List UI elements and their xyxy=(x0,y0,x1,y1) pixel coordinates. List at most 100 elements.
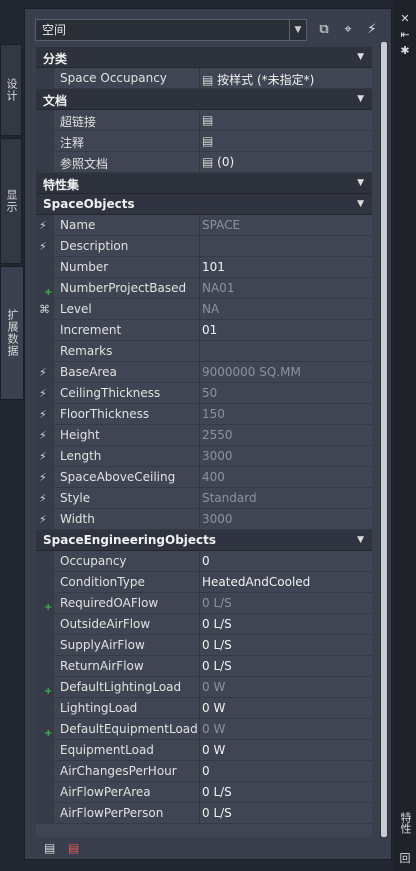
column-divider xyxy=(199,740,200,761)
subsection-space-objects[interactable]: SpaceObjects ▼ xyxy=(36,194,372,215)
property-value[interactable]: ▤ 按样式 (*未指定*) xyxy=(202,71,314,88)
quick-select-icon[interactable]: ⚡ xyxy=(363,21,381,39)
section-documents[interactable]: 文档 ▼ xyxy=(36,89,372,110)
row-gutter xyxy=(36,257,54,278)
property-value[interactable]: HeatedAndCooled xyxy=(202,575,310,589)
property-name: Description xyxy=(60,239,129,253)
property-value[interactable]: 0 L/S xyxy=(202,806,232,820)
column-divider xyxy=(199,215,200,236)
document-icon[interactable]: ▤ xyxy=(202,155,217,169)
property-row[interactable]: ⚡ Description xyxy=(36,236,372,257)
property-row[interactable]: ⌘ Level NA xyxy=(36,299,372,320)
property-row[interactable]: ConditionType HeatedAndCooled xyxy=(36,572,372,593)
property-value[interactable]: 101 xyxy=(202,260,225,274)
property-row[interactable]: SupplyAirFlow 0 L/S xyxy=(36,635,372,656)
remove-property-set-icon[interactable]: ▤ xyxy=(68,840,84,856)
chevron-down-icon[interactable]: ▼ xyxy=(357,52,364,62)
property-row[interactable]: AirFlowPerArea 0 L/S xyxy=(36,782,372,803)
property-name: Increment xyxy=(60,323,122,337)
property-row[interactable]: ⚡ Width 3000 xyxy=(36,509,372,530)
property-value[interactable]: 0 L/S xyxy=(202,659,232,673)
palette-box-icon[interactable]: 回 xyxy=(397,852,413,866)
property-value[interactable]: 0 W xyxy=(202,743,225,757)
subsection-space-engineering-objects[interactable]: SpaceEngineeringObjects ▼ xyxy=(36,530,372,551)
chevron-down-icon[interactable]: ▼ xyxy=(357,178,364,188)
subsection-space-objects-label: SpaceObjects xyxy=(43,197,135,211)
settings-icon[interactable]: ✱ xyxy=(397,44,413,58)
row-gutter xyxy=(36,698,54,719)
property-row[interactable]: 注释 ▤ xyxy=(36,131,372,152)
tab-design[interactable]: 设计 xyxy=(0,44,22,136)
row-gutter xyxy=(36,551,54,572)
document-icon[interactable]: ▤ xyxy=(202,134,213,148)
property-row[interactable]: ⚡ CeilingThickness 50 xyxy=(36,383,372,404)
property-row[interactable]: ReturnAirFlow 0 L/S xyxy=(36,656,372,677)
property-row[interactable]: Space Occupancy ▤ 按样式 (*未指定*) xyxy=(36,68,372,89)
property-row[interactable]: ⚡ FloorThickness 150 xyxy=(36,404,372,425)
property-row[interactable]: Occupancy 0 xyxy=(36,551,372,572)
property-value[interactable]: ▤ xyxy=(202,113,213,127)
property-name: 超链接 xyxy=(60,115,97,129)
property-row[interactable]: NumberProjectBased NA01 xyxy=(36,278,372,300)
auto-hide-icon[interactable]: ⇤ xyxy=(397,28,413,42)
property-row[interactable]: DefaultEquipmentLoad 0 W xyxy=(36,719,372,741)
property-value: NA xyxy=(202,302,220,316)
scrollbar[interactable] xyxy=(380,42,388,837)
property-value: 0 W xyxy=(202,680,226,694)
property-row[interactable]: AirChangesPerHour 0 xyxy=(36,761,372,782)
property-value[interactable]: 0 W xyxy=(202,701,225,715)
chevron-down-icon[interactable]: ▼ xyxy=(289,20,306,40)
property-value[interactable]: 0 L/S xyxy=(202,638,232,652)
property-row[interactable]: 参照文档 ▤ (0) xyxy=(36,152,372,173)
property-row[interactable]: Increment 01 xyxy=(36,320,372,341)
property-name: RequiredOAFlow xyxy=(60,596,159,610)
object-type-combo[interactable]: 空间 ▼ xyxy=(35,19,307,41)
property-value[interactable]: 0 xyxy=(202,554,210,568)
add-property-set-icon[interactable]: ▤ xyxy=(44,840,60,856)
column-divider xyxy=(199,551,200,572)
chevron-down-icon[interactable]: ▼ xyxy=(357,199,364,209)
column-divider xyxy=(199,509,200,530)
property-value[interactable]: ▤ xyxy=(202,134,213,148)
property-value[interactable]: 01 xyxy=(202,323,217,337)
close-icon[interactable]: ✕ xyxy=(397,12,413,26)
property-row[interactable]: ⚡ Height 2550 xyxy=(36,425,372,446)
property-row[interactable]: DefaultLightingLoad 0 W xyxy=(36,677,372,699)
property-row[interactable]: OutsideAirFlow 0 L/S xyxy=(36,614,372,635)
section-property-sets-label: 特性集 xyxy=(43,178,80,192)
property-row[interactable]: ⚡ SpaceAboveCeiling 400 xyxy=(36,467,372,488)
pick-add-icon[interactable]: ⌖ xyxy=(339,21,357,39)
property-row[interactable]: 超链接 ▤ xyxy=(36,110,372,131)
column-divider xyxy=(199,803,200,824)
column-divider xyxy=(199,488,200,509)
property-value[interactable]: ▤ (0) xyxy=(202,155,234,169)
property-row[interactable]: LightingLoad 0 W xyxy=(36,698,372,719)
property-value[interactable]: 0 xyxy=(202,764,210,778)
property-name: Width xyxy=(60,512,95,526)
property-value: 50 xyxy=(202,386,218,400)
property-row[interactable]: RequiredOAFlow 0 L/S xyxy=(36,593,372,615)
document-icon[interactable]: ▤ xyxy=(202,73,217,87)
palette-title: 特性 xyxy=(399,812,412,834)
chevron-down-icon[interactable]: ▼ xyxy=(357,535,364,545)
property-row[interactable]: ⚡ Style Standard xyxy=(36,488,372,509)
tab-display[interactable]: 显示 xyxy=(0,138,22,264)
section-category[interactable]: 分类 ▼ xyxy=(36,47,372,68)
chevron-down-icon[interactable]: ▼ xyxy=(357,94,364,104)
document-icon[interactable]: ▤ xyxy=(202,113,213,127)
property-row[interactable]: Remarks xyxy=(36,341,372,362)
property-row[interactable]: ⚡ Length 3000 xyxy=(36,446,372,467)
property-value-text: 按样式 (*未指定*) xyxy=(217,73,315,87)
property-row[interactable]: ⚡ BaseArea 9000000 SQ.MM xyxy=(36,362,372,383)
property-row[interactable]: ⚡ Name SPACE xyxy=(36,215,372,236)
select-objects-icon[interactable]: ⧉ xyxy=(315,21,333,39)
property-row[interactable]: EquipmentLoad 0 W xyxy=(36,740,372,761)
property-value[interactable]: 0 L/S xyxy=(202,785,232,799)
row-gutter xyxy=(36,614,54,635)
property-row[interactable]: Number 101 xyxy=(36,257,372,278)
property-value[interactable]: 0 L/S xyxy=(202,617,232,631)
property-row[interactable]: AirFlowPerPerson 0 L/S xyxy=(36,803,372,824)
scrollbar-thumb[interactable] xyxy=(381,42,387,837)
tab-extended-data[interactable]: 扩展数据 xyxy=(0,266,24,400)
section-property-sets[interactable]: 特性集 ▼ xyxy=(36,173,372,194)
